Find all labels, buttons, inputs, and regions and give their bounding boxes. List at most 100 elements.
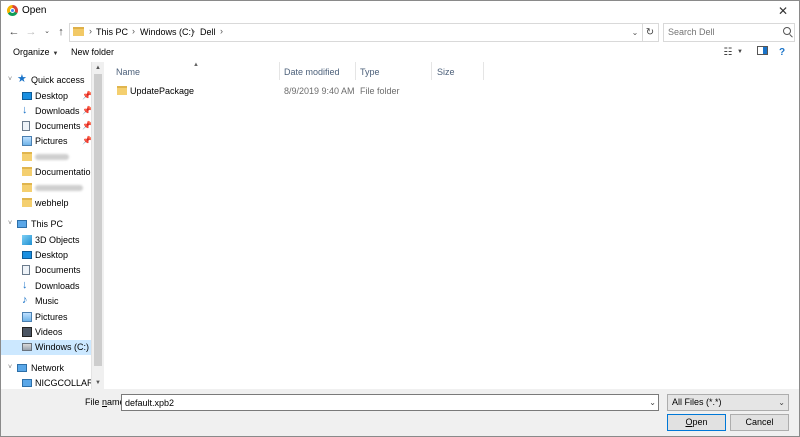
3d-objects-icon [22, 235, 32, 245]
collapse-chevron-icon[interactable]: ˅ [8, 364, 12, 371]
search-input[interactable] [664, 24, 778, 39]
pictures-icon [22, 136, 32, 146]
preview-pane-icon[interactable] [756, 46, 768, 59]
sidebar-item-documentation[interactable]: Documentation [1, 165, 91, 180]
sidebar-item-label: Documents [35, 121, 81, 131]
sidebar-item-desktop[interactable]: Desktop 📌 [1, 89, 91, 104]
view-options-icon[interactable]: ☷ [722, 46, 734, 59]
back-arrow-icon[interactable]: ← [7, 24, 21, 40]
column-header-date-modified[interactable]: Date modified [276, 62, 356, 80]
file-type: File folder [360, 86, 400, 96]
close-icon[interactable]: ✕ [767, 1, 799, 21]
breadcrumb-chevron-icon[interactable]: › [192, 26, 195, 36]
breadcrumb-this-pc[interactable]: This PC [96, 27, 128, 37]
breadcrumb-dell[interactable]: Dell [200, 27, 216, 37]
sidebar-item-label: Pictures [35, 136, 68, 146]
scroll-up-icon[interactable]: ▲ [92, 62, 104, 74]
command-bar: Organize ▼ New folder ☷ ▼ ? [1, 44, 799, 61]
sidebar-item-pictures[interactable]: Pictures [1, 310, 91, 325]
sidebar-item-videos[interactable]: Videos [1, 325, 91, 340]
file-list: ▲ Name Date modified Type Size UpdatePac… [104, 62, 799, 389]
sidebar-item-nicgcollard2[interactable]: NICGCOLLARD2 [1, 376, 91, 389]
quick-access[interactable]: ˅ ★ Quick access [1, 73, 91, 88]
table-row[interactable]: UpdatePackage 8/9/2019 9:40 AM File fold… [109, 83, 449, 99]
navigation-bar: ← → ⌄ ↑ › This PC › Windows (C:) › Dell … [1, 21, 799, 43]
music-icon: ♪ [22, 294, 28, 306]
organize-button[interactable]: Organize ▼ [13, 47, 58, 57]
breadcrumb-chevron-icon[interactable]: › [89, 26, 92, 36]
scrollbar-thumb[interactable] [94, 74, 102, 366]
file-type-filter[interactable]: All Files (*.*) ⌄ [667, 394, 789, 411]
sidebar-item-downloads[interactable]: ↓ Downloads 📌 [1, 104, 91, 119]
pin-icon[interactable]: 📌 [82, 106, 91, 115]
address-dropdown-icon[interactable]: ⌄ [628, 24, 642, 41]
collapse-chevron-icon[interactable]: ˅ [8, 220, 12, 227]
folder-icon [22, 183, 32, 192]
label-part: File [85, 397, 103, 407]
sidebar-item-documents[interactable]: Documents [1, 263, 91, 278]
pin-icon[interactable]: 📌 [82, 91, 91, 100]
file-date: 8/9/2019 9:40 AM [284, 86, 355, 96]
column-header-type[interactable]: Type [352, 62, 432, 80]
search-icon[interactable] [783, 27, 791, 35]
caret-down-icon: ▼ [52, 51, 59, 57]
sidebar-item-label: webhelp [35, 198, 69, 208]
search-box[interactable] [663, 23, 795, 42]
scroll-down-icon[interactable]: ▼ [92, 377, 104, 389]
column-header-size[interactable]: Size [429, 62, 484, 80]
filter-value: All Files (*.*) [672, 397, 722, 407]
pin-icon[interactable]: 📌 [82, 121, 91, 130]
cancel-button[interactable]: Cancel [730, 414, 789, 431]
window-title: Open [22, 5, 47, 16]
documents-icon [22, 121, 30, 131]
open-button[interactable]: Open [667, 414, 726, 431]
file-name-input[interactable] [122, 395, 645, 409]
sidebar-item-label: Music [35, 296, 59, 306]
column-header-name[interactable]: Name [108, 62, 280, 80]
breadcrumb-windows-c[interactable]: Windows (C:) [140, 27, 194, 37]
download-icon: ↓ [22, 279, 28, 291]
address-bar[interactable]: › This PC › Windows (C:) › Dell › ⌄ [69, 23, 643, 42]
breadcrumb-chevron-icon[interactable]: › [132, 26, 135, 36]
sidebar-item-redacted-folder[interactable] [1, 181, 91, 196]
file-name-combobox[interactable]: ⌄ [121, 394, 659, 411]
network-label: Network [31, 363, 65, 373]
chevron-down-icon[interactable]: ⌄ [649, 395, 656, 410]
pictures-icon [22, 312, 32, 322]
navigation-scrollbar[interactable]: ▲ ▼ [91, 62, 104, 389]
file-name: UpdatePackage [130, 86, 195, 96]
sidebar-item-music[interactable]: ♪ Music [1, 294, 91, 309]
drive-icon [22, 343, 32, 351]
chevron-down-icon[interactable]: ⌄ [778, 395, 785, 410]
recent-chevron-icon[interactable]: ⌄ [40, 24, 54, 40]
network[interactable]: ˅ Network [1, 361, 91, 376]
sidebar-item-downloads[interactable]: ↓ Downloads [1, 279, 91, 294]
sidebar-item-label: Documentation [35, 167, 91, 177]
sidebar-item-label: Documents [35, 265, 81, 275]
forward-arrow-icon[interactable]: → [24, 24, 38, 40]
sidebar-item-3d-objects[interactable]: 3D Objects [1, 233, 91, 248]
this-pc[interactable]: ˅ This PC [1, 217, 91, 232]
dialog-footer: File name: ⌄ All Files (*.*) ⌄ Open Canc… [1, 389, 799, 436]
refresh-icon[interactable]: ↻ [642, 23, 659, 42]
sidebar-item-windows-c[interactable]: Windows (C:) [1, 340, 91, 355]
redacted-text [35, 185, 83, 191]
sidebar-item-pictures[interactable]: Pictures 📌 [1, 134, 91, 149]
sidebar-item-desktop[interactable]: Desktop [1, 248, 91, 263]
sidebar-item-webhelp[interactable]: webhelp [1, 196, 91, 211]
up-arrow-icon[interactable]: ↑ [54, 24, 68, 40]
pin-icon[interactable]: 📌 [82, 136, 91, 145]
collapse-chevron-icon[interactable]: ˅ [8, 76, 12, 83]
open-dialog: Open ✕ ← → ⌄ ↑ › This PC › Windows (C:) … [0, 0, 800, 437]
sidebar-item-label: Pictures [35, 312, 68, 322]
desktop-icon [22, 251, 32, 259]
computer-icon [22, 379, 32, 387]
new-folder-button[interactable]: New folder [71, 47, 114, 57]
view-dropdown-icon[interactable]: ▼ [736, 46, 744, 59]
button-label: pen [692, 417, 708, 427]
title-bar: Open ✕ [1, 1, 799, 21]
breadcrumb-chevron-icon[interactable]: › [220, 26, 223, 36]
sidebar-item-documents[interactable]: Documents 📌 [1, 119, 91, 134]
sidebar-item-redacted-folder[interactable] [1, 150, 91, 165]
help-icon[interactable]: ? [776, 46, 788, 59]
